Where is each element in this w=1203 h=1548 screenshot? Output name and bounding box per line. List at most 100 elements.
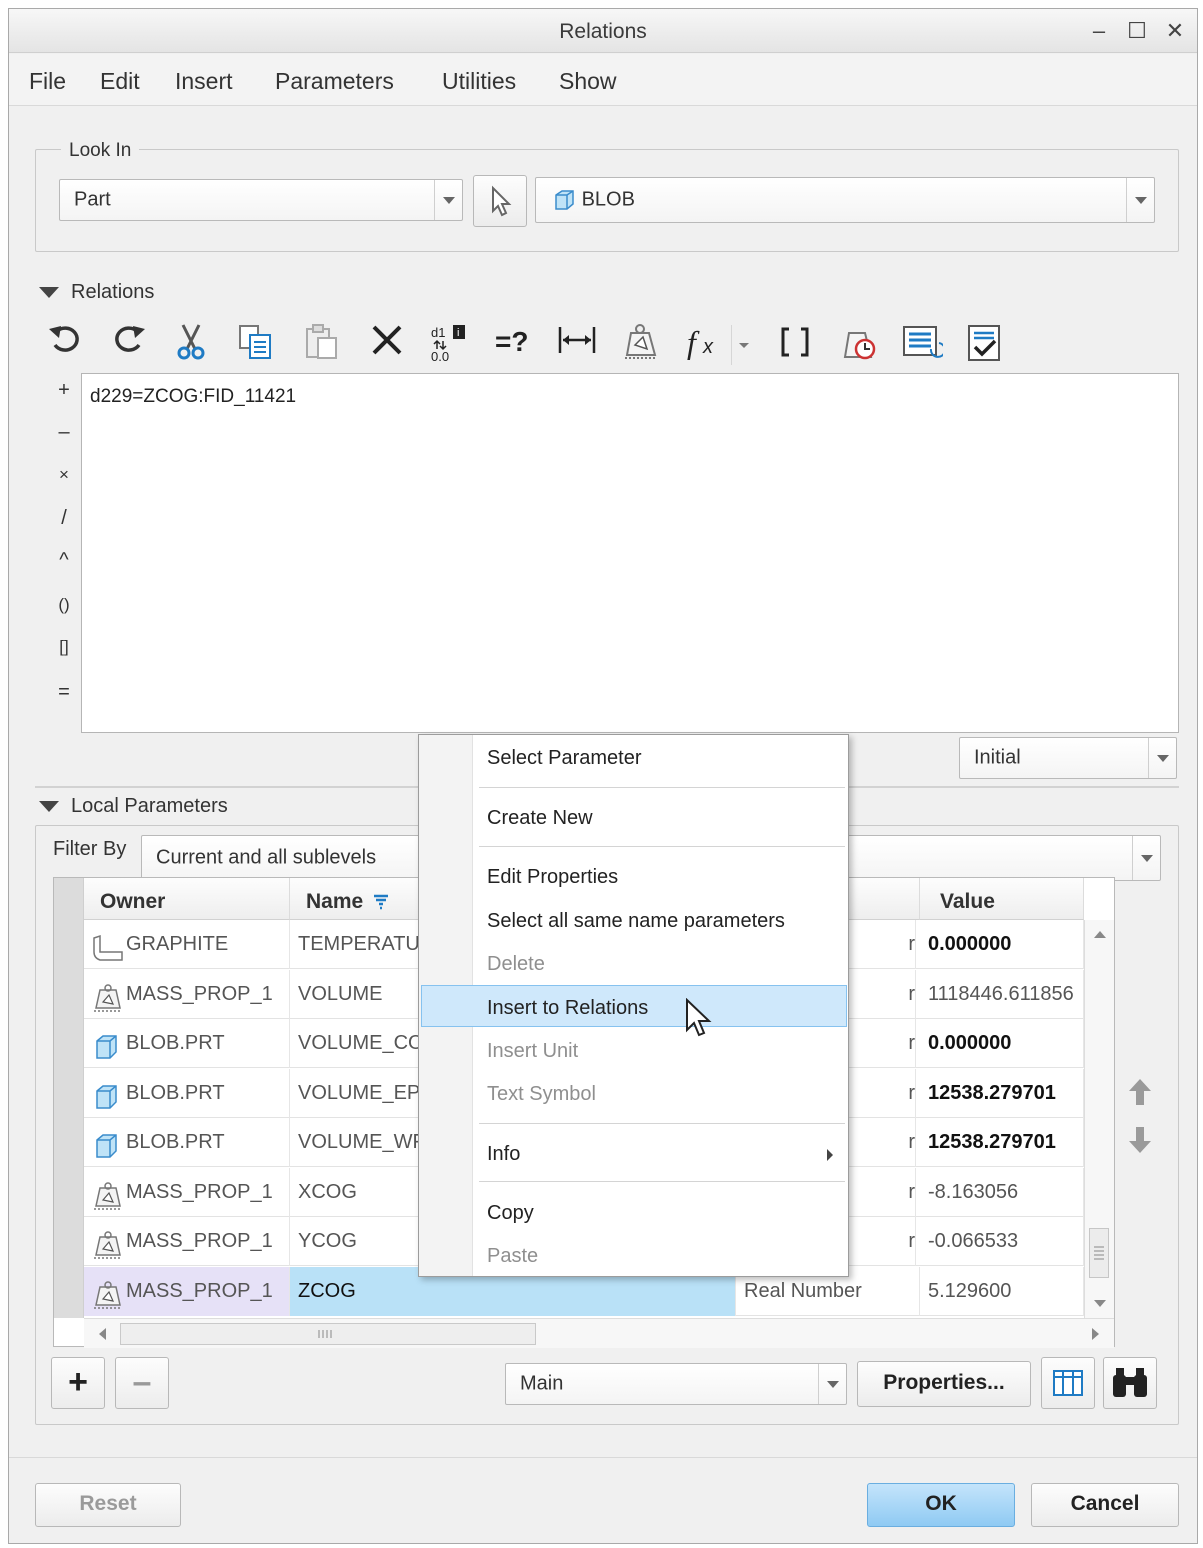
vertical-scroll-thumb[interactable] xyxy=(1089,1228,1109,1278)
menu-item-select-parameter[interactable]: Select Parameter xyxy=(487,747,642,770)
operator-plus-button[interactable]: + xyxy=(49,379,79,402)
look-in-type-select[interactable]: Part xyxy=(59,179,463,221)
table-columns-icon xyxy=(1053,1370,1083,1396)
menu-file[interactable]: File xyxy=(29,68,66,95)
scroll-left-icon xyxy=(99,1328,106,1340)
name-cell[interactable]: VOLUME_CO xyxy=(290,1019,420,1068)
menu-insert[interactable]: Insert xyxy=(175,68,233,95)
value-cell[interactable]: 0.000000 xyxy=(920,920,1084,969)
operator-minus-button[interactable]: – xyxy=(49,421,79,444)
menu-item-edit-properties[interactable]: Edit Properties xyxy=(487,866,618,889)
add-parameter-button[interactable]: + xyxy=(51,1357,105,1409)
close-button[interactable]: ✕ xyxy=(1161,19,1189,43)
operator-multiply-button[interactable]: × xyxy=(49,465,79,485)
value-cell[interactable]: -0.066533 xyxy=(920,1217,1084,1266)
brackets-icon[interactable] xyxy=(775,323,815,365)
operator-parentheses-button[interactable]: () xyxy=(49,595,79,615)
owner-cell[interactable]: MASS_PROP_1 xyxy=(84,969,290,1019)
columns-button[interactable] xyxy=(1041,1357,1095,1409)
view-set-select[interactable]: Main xyxy=(505,1363,847,1405)
menu-item-paste[interactable]: Paste xyxy=(487,1245,538,1268)
menu-parameters[interactable]: Parameters xyxy=(275,68,394,95)
value-cell[interactable]: 12538.279701 xyxy=(920,1118,1084,1167)
owner-cell[interactable]: MASS_PROP_1 xyxy=(84,1167,290,1217)
owner-cell[interactable]: BLOB.PRT xyxy=(84,1118,290,1167)
delete-icon[interactable] xyxy=(367,323,407,365)
menu-item-copy[interactable]: Copy xyxy=(487,1202,534,1225)
name-cell[interactable]: XCOG xyxy=(290,1167,420,1217)
sensor-icon[interactable] xyxy=(839,323,879,365)
owner-cell[interactable]: BLOB.PRT xyxy=(84,1019,290,1068)
function-icon[interactable]: fx xyxy=(685,323,725,365)
menu-edit[interactable]: Edit xyxy=(100,68,140,95)
cut-icon[interactable] xyxy=(171,323,211,365)
name-cell[interactable]: YCOG xyxy=(290,1217,420,1266)
operator-divide-button[interactable]: / xyxy=(49,507,79,530)
name-cell[interactable]: VOLUME_WF xyxy=(290,1118,420,1167)
owner-text: MASS_PROP_1 xyxy=(126,1230,273,1252)
collapse-triangle-icon xyxy=(39,801,59,813)
reset-button[interactable]: Reset xyxy=(35,1483,181,1527)
column-header-owner[interactable]: Owner xyxy=(84,878,290,920)
look-in-object-select[interactable]: BLOB xyxy=(535,177,1155,223)
owner-cell[interactable]: GRAPHITE xyxy=(84,920,290,969)
column-header-value[interactable]: Value xyxy=(920,878,1084,920)
value-cell[interactable]: 0.000000 xyxy=(920,1019,1084,1068)
name-cell[interactable]: TEMPERATUR xyxy=(290,920,420,969)
menu-item-info[interactable]: Info xyxy=(487,1143,520,1166)
find-button[interactable] xyxy=(1103,1357,1157,1409)
vertical-scrollbar[interactable] xyxy=(1084,920,1114,1318)
value-cell[interactable]: 1118446.611856 xyxy=(920,969,1084,1019)
select-object-button[interactable] xyxy=(473,175,527,227)
menu-item-select-all-same-name[interactable]: Select all same name parameters xyxy=(487,910,785,933)
menu-item-insert-to-relations[interactable]: Insert to Relations xyxy=(487,997,648,1020)
value-cell[interactable]: -8.163056 xyxy=(920,1167,1084,1217)
function-dropdown-button[interactable] xyxy=(731,325,757,365)
mass-props-icon[interactable] xyxy=(621,323,661,365)
sort-relations-icon[interactable] xyxy=(901,323,946,365)
operator-equals-button[interactable]: = xyxy=(49,681,79,704)
minimize-button[interactable]: – xyxy=(1085,19,1113,43)
grip-icon xyxy=(1094,1246,1104,1260)
copy-icon[interactable] xyxy=(235,323,275,365)
name-cell[interactable]: VOLUME xyxy=(290,969,420,1019)
maximize-button[interactable]: ☐ xyxy=(1123,19,1151,43)
dimension-icon[interactable] xyxy=(557,323,597,365)
owner-cell[interactable]: MASS_PROP_1 xyxy=(84,1217,290,1266)
menu-item-text-symbol[interactable]: Text Symbol xyxy=(487,1083,596,1106)
owner-cell[interactable]: MASS_PROP_1 xyxy=(84,1266,290,1316)
owner-cell[interactable]: BLOB.PRT xyxy=(84,1068,290,1118)
paste-icon[interactable] xyxy=(301,323,341,365)
owner-text: BLOB.PRT xyxy=(126,1131,225,1153)
properties-button[interactable]: Properties... xyxy=(857,1361,1031,1407)
menu-item-insert-unit[interactable]: Insert Unit xyxy=(487,1040,578,1063)
chevron-down-icon xyxy=(1132,836,1160,880)
ok-button[interactable]: OK xyxy=(867,1483,1015,1527)
evaluate-icon[interactable]: d1 i 0.0 xyxy=(429,323,469,365)
check-syntax-icon[interactable]: =? xyxy=(493,323,533,365)
operator-brackets-button[interactable]: [] xyxy=(49,637,79,657)
relations-section-toggle[interactable]: Relations xyxy=(39,281,154,304)
menu-item-delete[interactable]: Delete xyxy=(487,953,545,976)
undo-icon[interactable] xyxy=(45,323,85,365)
menu-item-create-new[interactable]: Create New xyxy=(487,807,593,830)
relations-editor[interactable]: d229=ZCOG:FID_11421 xyxy=(81,373,1179,733)
horizontal-scrollbar[interactable] xyxy=(84,1318,1114,1348)
cancel-button[interactable]: Cancel xyxy=(1031,1483,1179,1527)
horizontal-scroll-thumb[interactable] xyxy=(120,1323,536,1345)
local-params-section-toggle[interactable]: Local Parameters xyxy=(39,795,228,818)
menu-utilities[interactable]: Utilities xyxy=(442,68,516,95)
value-cell[interactable]: 12538.279701 xyxy=(920,1068,1084,1118)
name-cell[interactable]: VOLUME_EP xyxy=(290,1068,420,1118)
part-cube-icon xyxy=(92,1130,120,1158)
redo-icon[interactable] xyxy=(109,323,149,365)
relations-mode-select[interactable]: Initial xyxy=(959,737,1177,779)
verify-relations-icon[interactable] xyxy=(965,323,1005,365)
remove-parameter-button[interactable]: – xyxy=(115,1357,169,1409)
move-up-arrow-icon[interactable] xyxy=(1123,1075,1157,1109)
menu-show[interactable]: Show xyxy=(559,68,617,95)
move-down-arrow-icon[interactable] xyxy=(1123,1123,1157,1157)
operator-power-button[interactable]: ^ xyxy=(49,549,79,572)
value-cell[interactable]: 5.129600 xyxy=(920,1266,1084,1316)
menu-separator xyxy=(479,846,845,847)
